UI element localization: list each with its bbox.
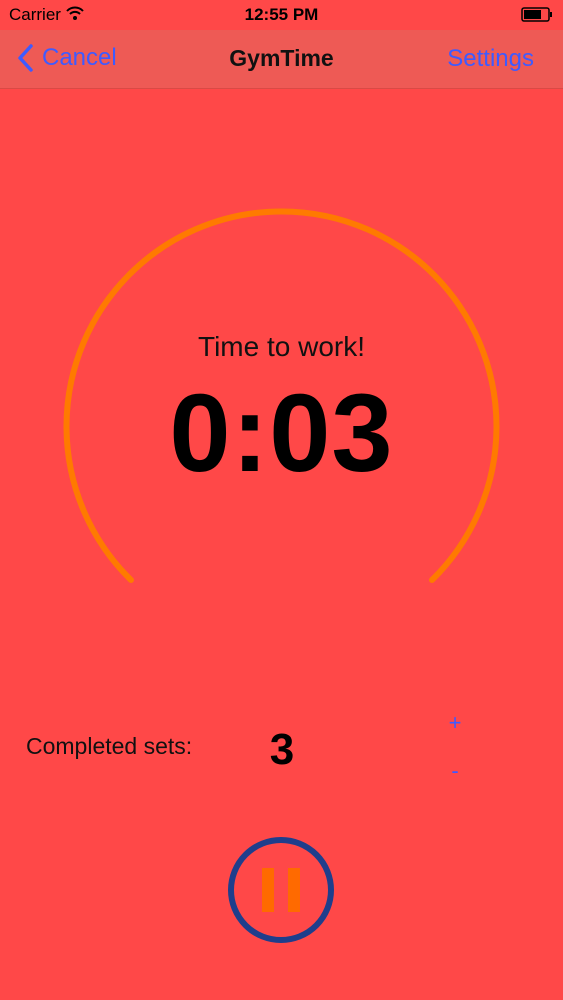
phase-label: Time to work!	[198, 331, 365, 362]
completed-sets-label: Completed sets:	[26, 733, 193, 759]
battery-icon	[521, 7, 552, 22]
completed-sets-count: 3	[269, 725, 295, 774]
pause-button[interactable]	[227, 836, 335, 944]
pause-icon	[228, 837, 334, 943]
increment-sets-button[interactable]: +	[440, 710, 470, 736]
decrement-sets-button[interactable]: -	[440, 758, 470, 784]
navigation-bar: Cancel GymTime Settings	[0, 30, 563, 89]
status-bar: Carrier 12:55 PM	[0, 0, 563, 30]
timer-countdown: 0:03	[169, 372, 394, 495]
settings-button[interactable]: Settings	[447, 45, 534, 73]
status-time: 12:55 PM	[244, 5, 319, 24]
